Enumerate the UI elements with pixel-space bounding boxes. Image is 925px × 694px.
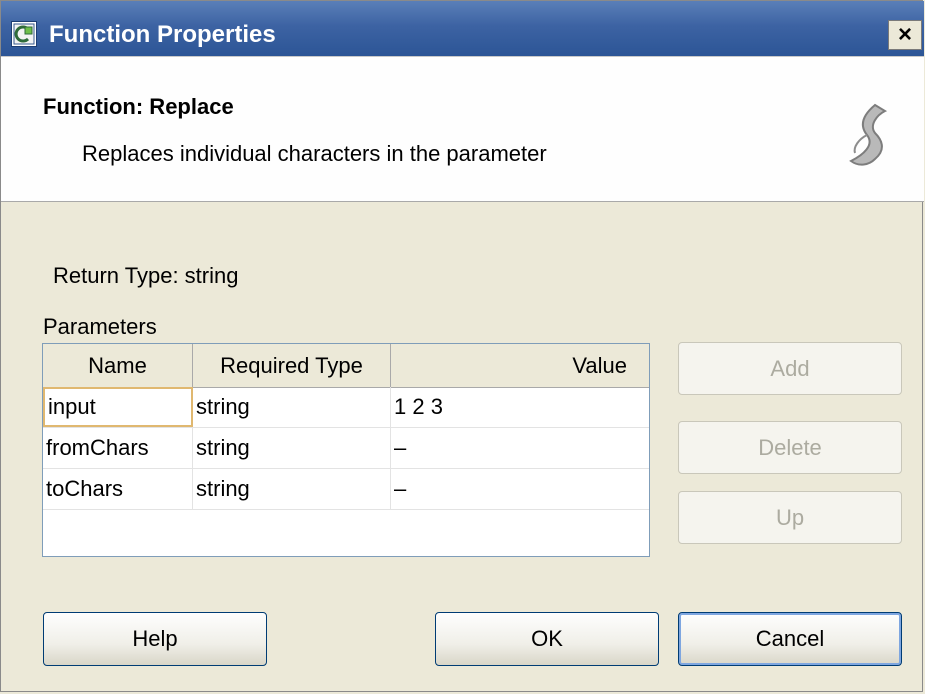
up-button-label: Up <box>775 504 805 530</box>
up-button[interactable]: Up <box>678 491 902 544</box>
cell-required-type: string <box>193 469 391 509</box>
cell-name[interactable]: input <box>43 387 193 427</box>
function-description: Replaces individual characters in the pa… <box>82 141 547 166</box>
column-header-required-type[interactable]: Required Type <box>193 344 391 387</box>
function-name: Function: Replace <box>43 94 234 119</box>
cell-name[interactable]: fromChars <box>43 428 193 468</box>
table-row[interactable]: toChars string – <box>43 469 649 510</box>
cell-name[interactable]: toChars <box>43 469 193 509</box>
close-button[interactable]: × <box>888 20 922 50</box>
help-button-label: Help <box>132 626 178 651</box>
column-header-name[interactable]: Name <box>43 344 193 387</box>
table-row[interactable]: fromChars string – <box>43 428 649 469</box>
table-header: Name Required Type Value <box>43 344 649 388</box>
cell-value[interactable]: – <box>391 428 649 468</box>
close-icon: × <box>897 21 912 48</box>
table-row[interactable]: input string 1 2 3 <box>43 387 649 428</box>
column-header-value[interactable]: Value <box>391 344 649 387</box>
cell-required-type: string <box>193 387 391 427</box>
scroll-icon <box>849 103 888 166</box>
function-properties-dialog: Function Properties × Function: Replace … <box>0 0 924 692</box>
title-bar: Function Properties × <box>1 1 924 57</box>
parameters-table[interactable]: Name Required Type Value input string 1 … <box>42 343 650 557</box>
help-button[interactable]: Help <box>43 612 267 666</box>
cell-value[interactable]: – <box>391 469 649 509</box>
ok-button-label: OK <box>531 626 563 651</box>
delete-button[interactable]: Delete <box>678 421 902 474</box>
function-header: Function: Replace Replaces individual ch… <box>1 57 924 202</box>
parameters-label: Parameters <box>43 314 157 339</box>
window-title: Function Properties <box>49 21 276 48</box>
app-icon <box>11 21 37 47</box>
cell-required-type: string <box>193 428 391 468</box>
delete-button-label: Delete <box>758 434 822 460</box>
cell-value[interactable]: 1 2 3 <box>391 387 649 427</box>
cancel-button-label: Cancel <box>755 626 825 651</box>
cancel-button[interactable]: Cancel <box>678 612 902 666</box>
add-button-label: Add <box>770 355 810 381</box>
add-button[interactable]: Add <box>678 342 902 395</box>
return-type-label: Return Type: string <box>53 263 239 288</box>
ok-button[interactable]: OK <box>435 612 659 666</box>
